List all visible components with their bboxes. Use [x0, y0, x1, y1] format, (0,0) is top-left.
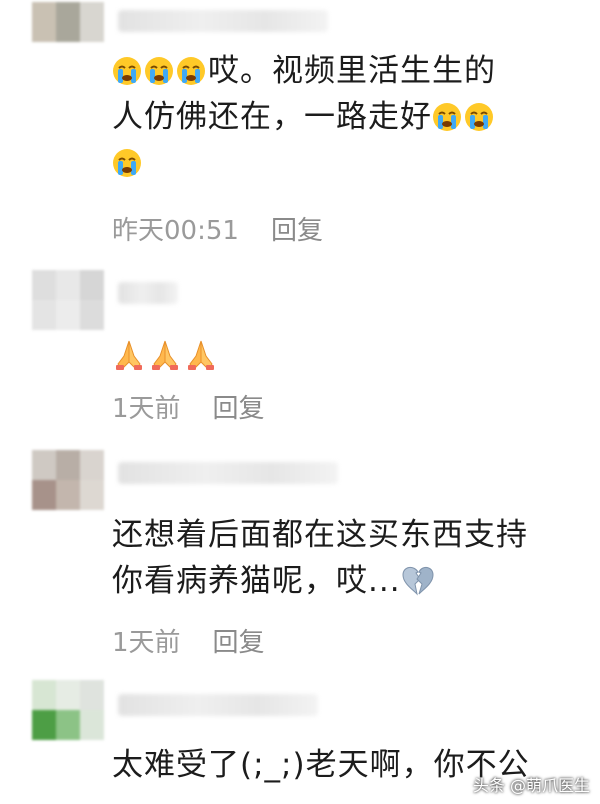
comment-meta: 1天前 回复 [112, 622, 265, 659]
crying-face-icon [177, 57, 205, 85]
crying-face-icon [145, 57, 173, 85]
comment-time: 1天前 [112, 628, 181, 658]
crying-face-icon [433, 103, 461, 131]
avatar[interactable] [32, 680, 104, 740]
praying-hands-icon [116, 340, 142, 370]
comment-text-line: 还想着后面都在这买东西支持 [112, 517, 528, 553]
username-blurred[interactable] [118, 694, 318, 716]
crying-face-icon [113, 149, 141, 177]
watermark: 头条 @萌爪医生 [472, 776, 590, 795]
avatar[interactable] [32, 450, 104, 510]
comment-text-line: 人仿佛还在，一路走好 [112, 99, 432, 135]
comment-time: 1天前 [112, 394, 181, 424]
crying-face-icon [113, 57, 141, 85]
comment-time: 昨天00:51 [112, 216, 239, 246]
avatar[interactable] [32, 270, 104, 330]
username-blurred[interactable] [118, 10, 328, 32]
comment-meta: 1天前 回复 [112, 388, 265, 425]
comment-item: 1天前 回复 [0, 268, 600, 438]
reply-button[interactable]: 回复 [271, 210, 323, 247]
comment-text-line: 你看病养猫呢，哎... [112, 563, 401, 599]
broken-heart-icon [402, 567, 434, 596]
reply-button[interactable]: 回复 [213, 388, 265, 425]
comment-item: 还想着后面都在这买东西支持 你看病养猫呢，哎... 1天前 回复 [0, 448, 600, 668]
avatar[interactable] [32, 2, 104, 42]
comment-text: 哎。视频里活生生的 人仿佛还在，一路走好 [112, 48, 592, 186]
praying-hands-icon [188, 340, 214, 370]
username-blurred[interactable] [118, 462, 338, 484]
praying-hands-icon [152, 340, 178, 370]
reply-button[interactable]: 回复 [213, 622, 265, 659]
comment-text-line: 太难受了(;_;)老天啊，你不公 [112, 747, 530, 783]
comment-item: 哎。视频里活生生的 人仿佛还在，一路走好 昨天00:51 回复 [0, 0, 600, 260]
comment-text [112, 334, 592, 380]
comment-meta: 昨天00:51 回复 [112, 210, 323, 247]
username-blurred[interactable] [118, 282, 178, 304]
comment-text-line: 哎。视频里活生生的 [208, 53, 496, 89]
crying-face-icon [465, 103, 493, 131]
comment-text: 还想着后面都在这买东西支持 你看病养猫呢，哎... [112, 512, 592, 604]
